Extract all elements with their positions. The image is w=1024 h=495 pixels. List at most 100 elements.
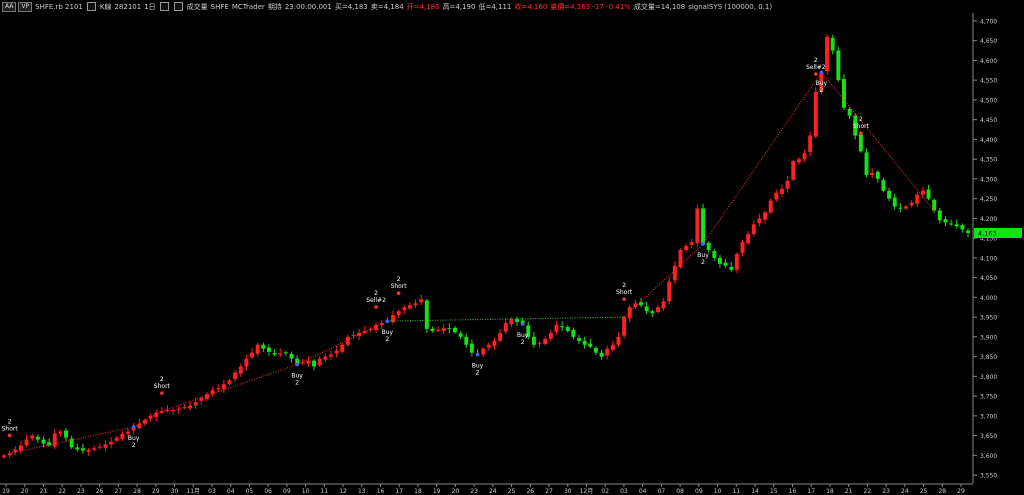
candle-body [396,311,401,316]
x-tick-label: 28 [938,488,946,495]
candle-body [639,302,644,306]
candle-body [593,347,598,353]
x-tick-label: 05 [246,488,254,495]
x-tick-label: 25 [920,488,928,495]
short-marker [374,305,378,309]
x-tick-label: 30 [171,488,179,495]
candle-body [2,455,6,458]
x-tick-label: 19 [2,488,10,495]
y-tick-label: 3,550 [980,473,997,480]
x-tick-label: 29 [957,488,965,495]
x-tick-label: 09 [695,488,703,495]
candle-body [892,197,897,207]
candle-body [80,448,85,451]
candle-body [723,262,728,266]
x-tick-label: 17 [807,488,815,495]
short-marker [160,391,164,395]
y-tick-label: 4,100 [980,255,997,262]
y-tick-label: 4,400 [980,137,997,144]
candle-body [712,251,717,258]
candle-body [266,347,271,352]
y-tick-label: 4,350 [980,157,997,164]
x-tick-label: 15 [770,488,778,495]
x-tick-label: 23 [882,488,890,495]
candle-body [774,192,779,200]
candle-body [729,266,734,270]
x-tick-label: 22 [58,488,66,495]
candle-body [537,342,542,344]
signal-qty: 2 [374,290,378,297]
candle-body [402,307,407,311]
candle-body [644,306,649,312]
x-tick-label: 07 [658,488,666,495]
candle-body [137,423,142,429]
candle-body [114,437,119,441]
candle-body [898,207,903,209]
x-tick-label: 11 [321,488,329,495]
candle-body [334,350,339,354]
x-tick-label: 17 [395,488,403,495]
candle-body [18,445,23,451]
candle-body [751,224,756,235]
short-marker [622,297,626,301]
x-tick-label: 10 [714,488,722,495]
candle-body [622,317,627,336]
candle-body [565,326,570,331]
candle-body [182,407,187,409]
x-tick-label: 16 [789,488,797,495]
candle-body [672,265,677,281]
x-tick-label: 23 [77,488,85,495]
candle-body [791,161,796,180]
candle-body [915,194,920,204]
candle-body [909,202,914,206]
candle-body [577,338,581,341]
candle-body [695,208,700,244]
candle-body [41,439,46,444]
y-tick-label: 3,650 [980,433,997,440]
candle-body [486,344,491,348]
candle-body [655,307,660,312]
candle-body [746,234,751,244]
signal-qty: 2 [132,442,136,449]
x-tick-label: 26 [526,488,534,495]
x-tick-label: 27 [545,488,553,495]
candle-body [763,212,768,220]
price-chart[interactable]: 4,700 4,650 4,600 4,550 4,500 4,450 4,400 4,350… [0,0,1024,495]
candle-body [289,353,294,359]
candle-body [86,449,91,452]
candle-body [571,329,576,337]
candle-body [560,326,565,328]
x-tick-label: 11 [732,488,740,495]
candle-body [233,372,238,380]
candle-body [554,325,559,332]
candle-body [419,299,424,303]
buy-marker [701,242,705,246]
y-tick-label: 3,600 [980,453,997,460]
candle-body [407,305,412,309]
short-marker [813,72,818,76]
candle-body [30,435,35,439]
candle-body [204,394,209,400]
x-tick-label: 11月 [186,488,200,495]
signal-qty: 2 [859,116,863,123]
candle-body [188,405,193,409]
signal-qty: 2 [397,276,401,283]
candle-body [75,447,80,450]
y-tick-label: 4,000 [980,295,997,302]
x-tick-label: 24 [901,488,909,495]
x-tick-label: 24 [489,488,497,495]
x-tick-label: 03 [208,488,216,495]
x-tick-label: 02 [601,488,609,495]
candle-body [509,319,514,325]
candle-body [960,225,965,230]
x-tick-label: 06 [264,488,272,495]
candle-body [706,242,711,250]
candle-body [779,188,784,194]
candle-body [323,356,328,360]
candle-body [864,152,869,175]
x-tick-label: 04 [227,488,235,495]
y-tick-label: 4,650 [980,38,997,45]
candle-body [35,436,40,440]
signal-label: Short [2,425,19,432]
last-price-label: 4,163 [978,229,997,237]
